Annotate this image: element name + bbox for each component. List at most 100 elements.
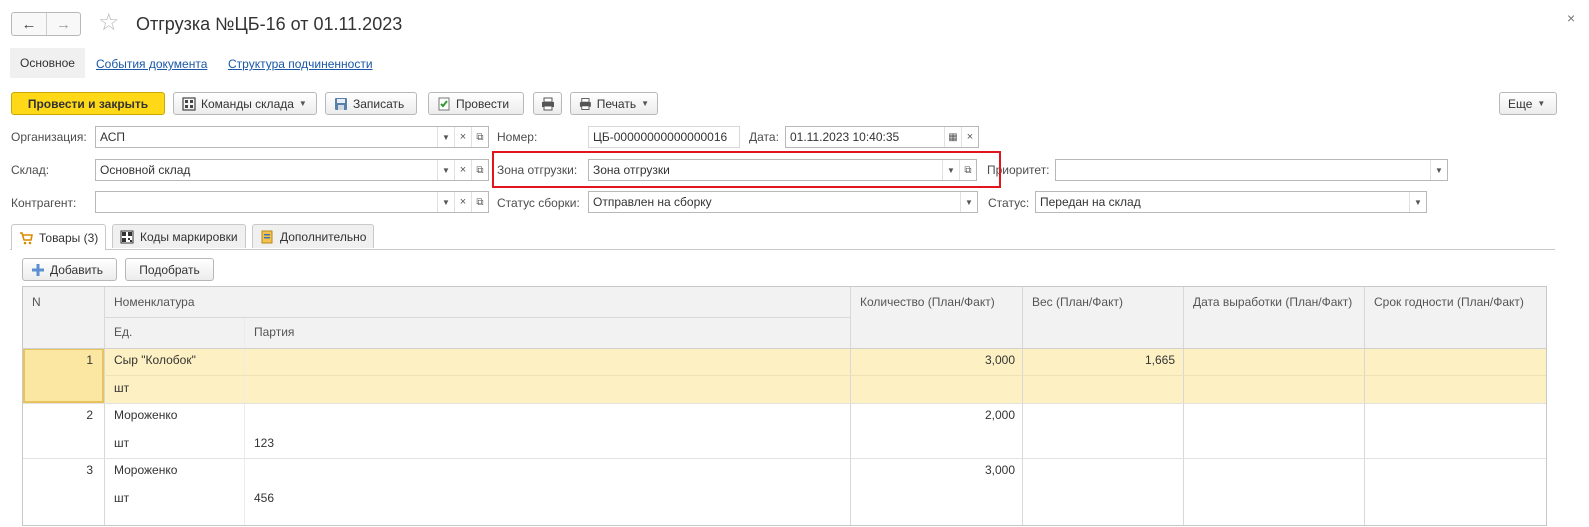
clear-icon[interactable]: × xyxy=(454,127,471,147)
status-field[interactable]: Передан на склад ▼ xyxy=(1035,191,1427,213)
row-2-quantity[interactable]: 2,000 xyxy=(985,408,1015,422)
chevron-down-icon: ▼ xyxy=(1537,99,1546,108)
number-field[interactable]: ЦБ-00000000000000016 xyxy=(588,126,740,148)
row-3-quantity[interactable]: 3,000 xyxy=(985,463,1015,477)
tab-goods-label: Товары (3) xyxy=(39,230,99,245)
organization-value[interactable]: АСП xyxy=(96,127,437,147)
warehouse-value[interactable]: Основной склад xyxy=(96,160,437,180)
pick-label: Подобрать xyxy=(139,262,200,277)
chevron-down-icon[interactable]: ▼ xyxy=(1409,192,1426,212)
priority-value[interactable] xyxy=(1056,160,1430,180)
page-title: Отгрузка №ЦБ-16 от 01.11.2023 xyxy=(136,14,403,34)
back-icon[interactable]: ← xyxy=(12,13,46,35)
open-icon[interactable]: ⧉ xyxy=(471,127,488,147)
print-button[interactable]: Печать ▼ xyxy=(570,92,658,115)
chevron-down-icon[interactable]: ▼ xyxy=(960,192,977,212)
date-label: Дата: xyxy=(749,130,779,144)
chevron-down-icon[interactable]: ▼ xyxy=(437,127,454,147)
header-quantity[interactable]: Количество (План/Факт) xyxy=(860,295,995,309)
chevron-down-icon[interactable]: ▼ xyxy=(437,192,454,212)
row-1-quantity[interactable]: 3,000 xyxy=(985,353,1015,367)
section-structure-link[interactable]: Структура подчиненности xyxy=(228,57,373,71)
highlight-frame xyxy=(492,151,1001,188)
tab-marking-codes[interactable]: Коды маркировки xyxy=(112,224,246,248)
clear-icon[interactable]: × xyxy=(454,160,471,180)
post-and-close-label: Провести и закрыть xyxy=(27,96,149,111)
row-1-name[interactable]: Сыр "Колобок" xyxy=(114,353,196,367)
post-button[interactable]: Провести xyxy=(428,92,524,115)
header-nomenclature[interactable]: Номенклатура xyxy=(114,295,195,309)
assembly-status-field[interactable]: Отправлен на сборку ▼ xyxy=(588,191,978,213)
chevron-down-icon: ▼ xyxy=(298,99,307,108)
more-button[interactable]: Еще ▼ xyxy=(1499,92,1557,115)
assembly-status-label: Статус сборки: xyxy=(497,196,580,210)
warehouse-commands-button[interactable]: Команды склада ▼ xyxy=(173,92,317,115)
add-row-label: Добавить xyxy=(50,262,104,277)
tab-divider xyxy=(10,249,1555,250)
tab-marking-codes-label: Коды маркировки xyxy=(140,229,238,244)
header-expiry[interactable]: Срок годности (План/Факт) xyxy=(1374,295,1524,309)
row-3-number[interactable]: 3 xyxy=(86,463,93,477)
save-icon xyxy=(335,97,347,110)
tab-goods[interactable]: Товары (3) xyxy=(11,224,107,250)
cart-icon xyxy=(20,231,33,244)
printer-icon xyxy=(541,97,554,110)
navigation-buttons: ← → xyxy=(11,12,81,36)
chevron-down-icon[interactable]: ▼ xyxy=(437,160,454,180)
favorite-star-icon[interactable]: ☆ xyxy=(98,10,120,36)
add-row-button[interactable]: Добавить xyxy=(22,258,117,281)
header-weight[interactable]: Вес (План/Факт) xyxy=(1032,295,1123,309)
priority-field[interactable]: ▼ xyxy=(1055,159,1448,181)
counterparty-field[interactable]: ▼ × ⧉ xyxy=(95,191,489,213)
date-field[interactable]: 01.11.2023 10:40:35 ▦ × xyxy=(785,126,979,148)
header-batch[interactable]: Партия xyxy=(254,325,294,339)
tab-additional[interactable]: Дополнительно xyxy=(252,224,375,248)
warehouse-commands-icon xyxy=(182,96,196,111)
calendar-icon[interactable]: ▦ xyxy=(944,127,961,147)
counterparty-value[interactable] xyxy=(96,192,437,212)
header-n[interactable]: N xyxy=(32,295,41,309)
number-label: Номер: xyxy=(497,130,538,144)
post-and-close-button[interactable]: Провести и закрыть xyxy=(11,92,165,115)
row-3-batch[interactable]: 456 xyxy=(254,491,274,505)
row-2-unit[interactable]: шт xyxy=(114,436,129,450)
plus-icon xyxy=(32,263,44,276)
close-icon[interactable]: × xyxy=(1567,10,1575,26)
header-unit[interactable]: Ед. xyxy=(114,325,132,339)
post-label: Провести xyxy=(456,96,510,111)
organization-field[interactable]: АСП ▼ × ⧉ xyxy=(95,126,489,148)
qr-icon xyxy=(120,230,134,243)
row-3-unit[interactable]: шт xyxy=(114,491,129,505)
status-value[interactable]: Передан на склад xyxy=(1036,192,1409,212)
pick-button[interactable]: Подобрать xyxy=(125,258,214,281)
document-icon xyxy=(261,230,273,243)
print-quick-button[interactable] xyxy=(533,92,562,115)
date-value[interactable]: 01.11.2023 10:40:35 xyxy=(786,127,944,147)
warehouse-label: Склад: xyxy=(11,163,50,177)
assembly-status-value[interactable]: Отправлен на сборку xyxy=(589,192,960,212)
warehouse-field[interactable]: Основной склад ▼ × ⧉ xyxy=(95,159,489,181)
row-2-number[interactable]: 2 xyxy=(86,408,93,422)
number-value[interactable]: ЦБ-00000000000000016 xyxy=(589,127,739,147)
clear-icon[interactable]: × xyxy=(454,192,471,212)
chevron-down-icon[interactable]: ▼ xyxy=(1430,160,1447,180)
open-icon[interactable]: ⧉ xyxy=(471,160,488,180)
section-main[interactable]: Основное xyxy=(10,48,85,78)
forward-icon[interactable]: → xyxy=(46,13,80,35)
row-2-name[interactable]: Мороженко xyxy=(114,408,177,422)
warehouse-commands-label: Команды склада xyxy=(201,96,294,111)
header-production-date[interactable]: Дата выработки (План/Факт) xyxy=(1193,295,1352,309)
goods-table: N Номенклатура Ед. Партия Количество (Пл… xyxy=(22,286,1547,526)
row-1-number[interactable]: 1 xyxy=(86,353,93,367)
row-3-name[interactable]: Мороженко xyxy=(114,463,177,477)
row-1-unit[interactable]: шт xyxy=(114,381,129,395)
print-label: Печать xyxy=(596,96,637,111)
row-2-batch[interactable]: 123 xyxy=(254,436,274,450)
open-icon[interactable]: ⧉ xyxy=(471,192,488,212)
section-events-link[interactable]: События документа xyxy=(96,57,207,71)
counterparty-label: Контрагент: xyxy=(11,196,77,210)
row-1-weight[interactable]: 1,665 xyxy=(1145,353,1175,367)
save-button[interactable]: Записать xyxy=(325,92,417,115)
clear-icon[interactable]: × xyxy=(961,127,978,147)
printer-icon xyxy=(579,97,591,110)
